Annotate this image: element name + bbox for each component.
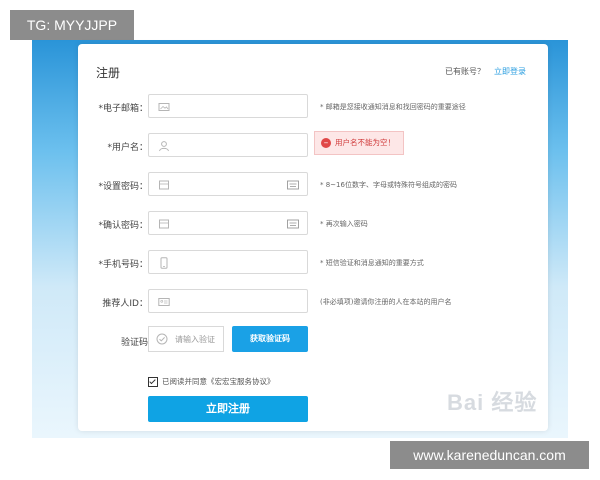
username-error: – 用户名不能为空！ — [314, 131, 404, 155]
get-code-button[interactable]: 获取验证码 — [232, 326, 308, 352]
email-label: *电子邮箱： — [98, 104, 148, 114]
username-error-text: 用户名不能为空！ — [335, 138, 395, 147]
watermark: Bai 经验 — [447, 390, 538, 415]
login-hint: 已有账号？ — [445, 67, 485, 76]
tg-tag: TG: MYYJJPP — [10, 10, 134, 40]
keyboard-icon[interactable] — [287, 219, 299, 229]
agree-checkbox[interactable] — [148, 377, 158, 387]
username-label: *用户名： — [107, 143, 148, 153]
referrer-hint: (非必填项)邀请你注册的人在本站的用户名 — [320, 298, 452, 306]
confirm-password-hint: * 再次输入密码 — [320, 220, 368, 228]
login-link[interactable]: 立即登录 — [494, 66, 526, 77]
password-label: *设置密码： — [98, 182, 148, 192]
referrer-field[interactable] — [148, 289, 308, 313]
phone-icon — [160, 257, 168, 269]
phone-field[interactable] — [148, 250, 308, 274]
referrer-label: 推荐人ID： — [102, 299, 148, 309]
user-icon — [159, 141, 169, 152]
captcha-placeholder: 请输入验证 — [175, 335, 215, 344]
agreement[interactable]: 已阅读并同意《宏宏宝服务协议》 — [148, 376, 275, 387]
image-icon — [158, 103, 170, 111]
agree-text: 已阅读并同意《宏宏宝服务协议》 — [162, 377, 275, 386]
confirm-password-label: *确认密码： — [98, 221, 148, 231]
phone-hint: * 短信验证和消息通知的重要方式 — [320, 259, 424, 267]
email-hint: * 邮箱是您接收通知消息和找回密码的重要途径 — [320, 103, 466, 111]
password-hint: * 8~16位数字、字母或特殊符号组成的密码 — [320, 181, 457, 189]
password-field[interactable] — [148, 172, 308, 196]
page-title: 注册 — [96, 66, 121, 80]
register-card: 注册 已有账号？ 立即登录 *电子邮箱： * 邮箱是您接收通知消息和找回密码的重… — [78, 44, 548, 431]
error-icon: – — [321, 138, 331, 148]
email-field[interactable] — [148, 94, 308, 118]
keyboard-icon[interactable] — [287, 180, 299, 190]
register-button[interactable]: 立即注册 — [148, 396, 308, 422]
username-field[interactable] — [148, 133, 308, 157]
lock-icon — [159, 219, 169, 229]
captcha-label: 验证码 — [120, 338, 148, 348]
domain-tag: www.kareneduncan.com — [390, 441, 589, 469]
check-circle-icon — [156, 333, 168, 345]
id-card-icon — [158, 298, 170, 306]
phone-label: *手机号码： — [98, 260, 148, 270]
lock-icon — [159, 180, 169, 190]
captcha-input[interactable]: 请输入验证 — [148, 326, 224, 352]
confirm-password-field[interactable] — [148, 211, 308, 235]
